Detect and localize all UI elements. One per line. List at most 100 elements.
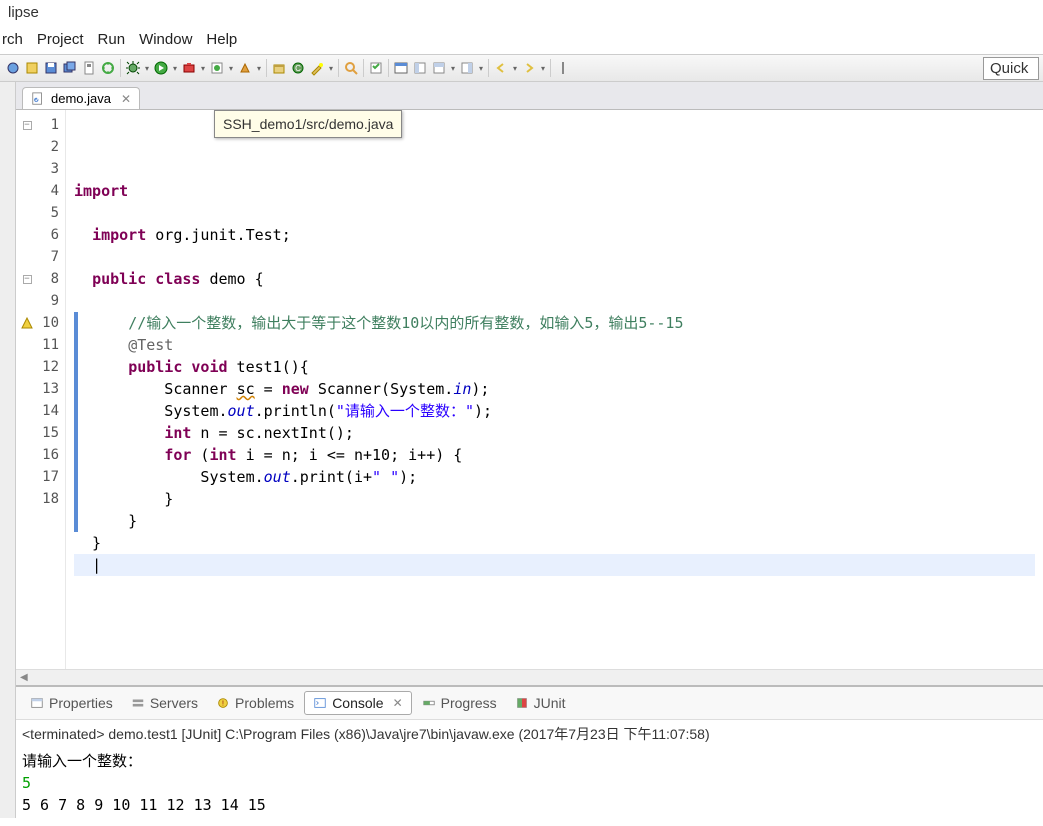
toolbar-dropdown-icon[interactable]: ▾ (171, 59, 179, 77)
toolbar-dropdown-icon[interactable]: ▾ (327, 59, 335, 77)
toolbar-ext3-icon[interactable] (236, 59, 254, 77)
console-line: 5 6 7 8 9 10 11 12 13 14 15 (22, 794, 1037, 816)
toolbar-pin-icon[interactable] (80, 59, 98, 77)
toolbar-pane2-icon[interactable] (430, 59, 448, 77)
toolbar-separator (363, 59, 364, 77)
code-line-13[interactable]: for (int i = n; i <= n+10; i++) { (74, 444, 1035, 466)
problems-icon: ! (216, 696, 230, 710)
props-icon (30, 696, 44, 710)
toolbar-newpkg-icon[interactable] (270, 59, 288, 77)
editor-tab-demo-java[interactable]: demo.java ✕ (22, 87, 140, 109)
toolbar-run-icon[interactable] (152, 59, 170, 77)
menu-run[interactable]: Run (98, 31, 126, 48)
toolbar-paint-icon[interactable] (23, 59, 41, 77)
console-output[interactable]: 请输入一个整数：55 6 7 8 9 10 11 12 13 14 15 (16, 748, 1043, 818)
toolbar-dropdown-icon[interactable]: ▾ (227, 59, 235, 77)
code-line-2[interactable] (74, 202, 1035, 224)
code-area[interactable]: SSH_demo1/src/demo.java import import or… (66, 110, 1043, 669)
console-header: <terminated> demo.test1 [JUnit] C:\Progr… (16, 720, 1043, 748)
menu-rch[interactable]: rch (2, 31, 23, 48)
toolbar-debug-icon[interactable] (124, 59, 142, 77)
bottom-panel: PropertiesServers!ProblemsConsole✕Progre… (16, 685, 1043, 818)
code-line-5[interactable]: public class demo { (74, 268, 1035, 290)
code-line-10[interactable]: Scanner sc = new Scanner(System.in); (74, 378, 1035, 400)
toolbar-saveall-icon[interactable] (61, 59, 79, 77)
toolbar: ▾ ▾ ▾ ▾ ▾ C ▾ ▾ ▾ ▾ ▾ Quick (0, 54, 1043, 82)
file-path-tooltip: SSH_demo1/src/demo.java (214, 110, 402, 138)
code-line-6[interactable] (74, 290, 1035, 312)
line-gutter: −− 123456789101112131415161718 (16, 110, 66, 669)
servers-icon (131, 696, 145, 710)
toolbar-breakpoint-icon[interactable] (4, 59, 22, 77)
junit-icon (515, 696, 529, 710)
svg-text:!: ! (222, 701, 224, 708)
tab-progress[interactable]: Progress (414, 692, 505, 714)
toolbar-dropdown-icon[interactable]: ▾ (449, 59, 457, 77)
tab-servers[interactable]: Servers (123, 692, 206, 714)
tab-junit[interactable]: JUnit (507, 692, 574, 714)
console-line: 请输入一个整数： (22, 750, 1037, 772)
toolbar-dropdown-icon[interactable]: ▾ (143, 59, 151, 77)
editor-hscrollbar[interactable]: ◀ (16, 669, 1043, 685)
toolbar-bar-icon[interactable] (554, 59, 572, 77)
tab-problems[interactable]: !Problems (208, 692, 302, 714)
toolbar-newcls-icon[interactable]: C (289, 59, 307, 77)
toolbar-fwd-icon[interactable] (520, 59, 538, 77)
toolbar-pane-icon[interactable] (411, 59, 429, 77)
menu-project[interactable]: Project (37, 31, 84, 48)
code-line-4[interactable] (74, 246, 1035, 268)
console-icon (313, 696, 327, 710)
toolbar-separator (120, 59, 121, 77)
toolbar-separator (338, 59, 339, 77)
code-editor[interactable]: −− 123456789101112131415161718 SSH_demo1… (16, 110, 1043, 669)
quick-access-input[interactable]: Quick (983, 57, 1039, 80)
code-line-15[interactable]: } (74, 488, 1035, 510)
workspace: demo.java ✕ −− 1234567891011121314151617… (0, 82, 1043, 818)
toolbar-dropdown-icon[interactable]: ▾ (539, 59, 547, 77)
java-file-icon (31, 92, 45, 106)
toolbar-build-icon[interactable] (99, 59, 117, 77)
toolbar-pane3-icon[interactable] (458, 59, 476, 77)
code-line-14[interactable]: System.out.print(i+" "); (74, 466, 1035, 488)
toolbar-search-icon[interactable] (342, 59, 360, 77)
toolbar-back-icon[interactable] (492, 59, 510, 77)
tab-console[interactable]: Console✕ (304, 691, 411, 715)
code-line-1[interactable]: import (74, 180, 1035, 202)
toolbar-dropdown-icon[interactable]: ▾ (511, 59, 519, 77)
toolbar-dropdown-icon[interactable]: ▾ (255, 59, 263, 77)
menu-window[interactable]: Window (139, 31, 192, 48)
tab-properties[interactable]: Properties (22, 692, 121, 714)
left-trim (0, 82, 16, 818)
menu-bar: rch Project Run Window Help (0, 25, 1043, 54)
editor-tabs: demo.java ✕ (16, 82, 1043, 110)
toolbar-extrun-icon[interactable] (180, 59, 198, 77)
close-tab-icon[interactable]: ✕ (121, 92, 131, 106)
toolbar-separator (388, 59, 389, 77)
code-line-9[interactable]: public void test1(){ (74, 356, 1035, 378)
toolbar-save-icon[interactable] (42, 59, 60, 77)
toolbar-extrun2-icon[interactable] (208, 59, 226, 77)
code-line-17[interactable]: } (74, 532, 1035, 554)
code-line-8[interactable]: @Test (74, 334, 1035, 356)
toolbar-window-icon[interactable] (392, 59, 410, 77)
code-line-11[interactable]: System.out.println("请输入一个整数："); (74, 400, 1035, 422)
bottom-tabs: PropertiesServers!ProblemsConsole✕Progre… (16, 687, 1043, 720)
toolbar-separator (266, 59, 267, 77)
toolbar-separator (550, 59, 551, 77)
window-title: lipse (0, 0, 1043, 25)
code-line-3[interactable]: import org.junit.Test; (74, 224, 1035, 246)
code-line-16[interactable]: } (74, 510, 1035, 532)
scroll-left-icon[interactable]: ◀ (20, 672, 28, 683)
progress-icon (422, 696, 436, 710)
toolbar-tasks-icon[interactable] (367, 59, 385, 77)
code-line-7[interactable]: //输入一个整数，输出大于等于这个整数10以内的所有整数，如输入5，输出5--1… (74, 312, 1035, 334)
code-line-12[interactable]: int n = sc.nextInt(); (74, 422, 1035, 444)
toolbar-wizard-icon[interactable] (308, 59, 326, 77)
menu-help[interactable]: Help (206, 31, 237, 48)
toolbar-dropdown-icon[interactable]: ▾ (199, 59, 207, 77)
code-line-18[interactable]: | (74, 554, 1035, 576)
toolbar-separator (488, 59, 489, 77)
close-tab-icon[interactable]: ✕ (393, 696, 403, 710)
toolbar-dropdown-icon[interactable]: ▾ (477, 59, 485, 77)
console-line: 5 (22, 772, 1037, 794)
